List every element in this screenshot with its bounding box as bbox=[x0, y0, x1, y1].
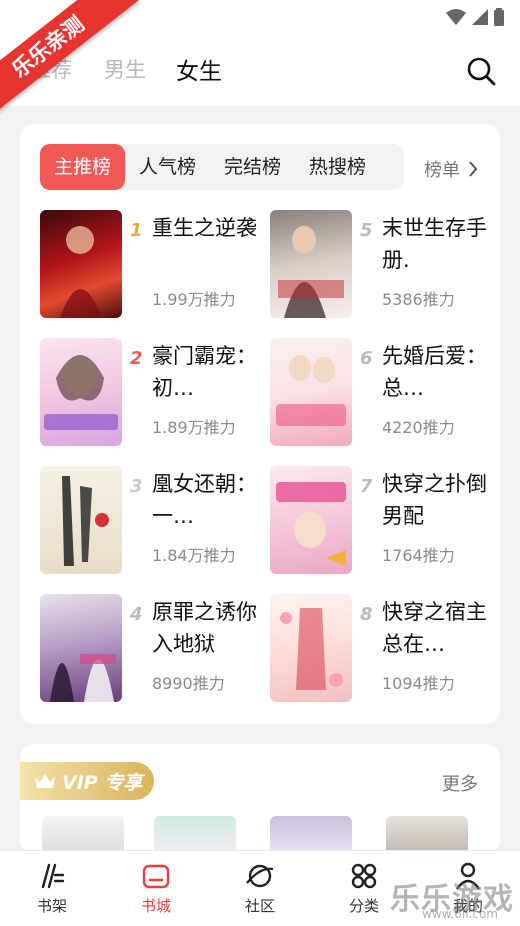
book-push-count: 8990推力 bbox=[152, 674, 225, 693]
book-title: 先婚后爱：总… bbox=[382, 344, 487, 400]
cover-art bbox=[278, 226, 344, 318]
tab-popular[interactable]: 人气榜 bbox=[125, 144, 210, 190]
book-cover bbox=[40, 338, 122, 446]
tab-hot-search[interactable]: 热搜榜 bbox=[295, 144, 380, 190]
ranking-card: 主推榜 人气榜 完结榜 热搜榜 榜单 1 重生之逆袭 1.99万推力 2 豪门霸… bbox=[20, 124, 500, 724]
book-push-count: 1.84万推力 bbox=[152, 546, 236, 565]
nav-bookstore-label: 书城 bbox=[140, 897, 171, 915]
tab-main-recommend[interactable]: 主推榜 bbox=[40, 144, 126, 190]
rank-list-label: 榜单 bbox=[424, 160, 460, 181]
rank-tab-bar: 主推榜 人气榜 完结榜 热搜榜 bbox=[40, 144, 404, 190]
book-cover bbox=[40, 594, 122, 702]
book-title: 重生之逆袭 bbox=[152, 216, 257, 240]
book-item[interactable]: 8 快穿之宿主总在… 1094推力 bbox=[270, 594, 490, 704]
status-icons bbox=[446, 8, 504, 26]
nav-community-label: 社区 bbox=[244, 897, 275, 915]
vip-section: VIP 专享 更多 bbox=[20, 744, 500, 856]
rank-number: 7 bbox=[360, 476, 373, 497]
book-item[interactable]: 2 豪门霸宠：初… 1.89万推力 bbox=[40, 338, 260, 448]
watermark-url: www.6ll.com bbox=[422, 907, 498, 921]
book-item[interactable]: 7 快穿之扑倒男配 1764推力 bbox=[270, 466, 490, 576]
cover-art bbox=[276, 482, 346, 566]
category-icon bbox=[351, 863, 377, 889]
book-push-count: 1094推力 bbox=[382, 674, 455, 693]
rank-number: 6 bbox=[360, 348, 373, 369]
bookshelf-icon bbox=[41, 863, 65, 889]
book-title: 末世生存手册. bbox=[382, 216, 487, 272]
book-cover bbox=[270, 594, 352, 702]
book-push-count: 1764推力 bbox=[382, 546, 455, 565]
tab-female[interactable]: 女生 bbox=[176, 52, 222, 86]
tab-completed[interactable]: 完结榜 bbox=[210, 144, 295, 190]
rank-number: 1 bbox=[130, 220, 143, 241]
book-title: 凰女还朝：一… bbox=[152, 472, 257, 528]
cover-art bbox=[62, 476, 109, 566]
bookstore-icon bbox=[142, 864, 170, 889]
cover-art bbox=[60, 226, 102, 318]
nav-bookshelf-label: 书架 bbox=[36, 897, 67, 915]
cover-art bbox=[280, 608, 343, 690]
nav-community[interactable]: 社区 bbox=[220, 861, 300, 916]
book-push-count: 4220推力 bbox=[382, 418, 455, 437]
book-push-count: 1.99万推力 bbox=[152, 290, 236, 309]
nav-category-label: 分类 bbox=[348, 897, 379, 915]
nav-bookshelf[interactable]: 书架 bbox=[12, 861, 92, 916]
book-cover bbox=[270, 466, 352, 574]
book-title: 快穿之扑倒男配 bbox=[382, 472, 487, 528]
wifi-icon bbox=[446, 9, 466, 25]
signal-icon bbox=[472, 9, 488, 25]
search-icon[interactable] bbox=[466, 56, 496, 86]
rank-number: 2 bbox=[130, 348, 143, 369]
rank-list-link[interactable]: 榜单 bbox=[424, 156, 478, 182]
tab-male[interactable]: 男生 bbox=[104, 54, 146, 84]
rank-number: 8 bbox=[360, 604, 373, 625]
chevron-right-icon bbox=[469, 161, 478, 177]
book-push-count: 1.89万推力 bbox=[152, 418, 236, 437]
rank-number: 5 bbox=[360, 220, 373, 241]
book-item[interactable]: 6 先婚后爱：总… 4220推力 bbox=[270, 338, 490, 448]
book-item[interactable]: 5 末世生存手册. 5386推力 bbox=[270, 210, 490, 320]
book-item[interactable]: 1 重生之逆袭 1.99万推力 bbox=[40, 210, 260, 320]
book-cover bbox=[40, 210, 122, 318]
nav-bookstore[interactable]: 书城 bbox=[116, 861, 196, 916]
crown-icon bbox=[35, 774, 55, 788]
book-cover bbox=[270, 210, 352, 318]
planet-icon bbox=[246, 864, 274, 888]
rank-number: 4 bbox=[130, 604, 143, 625]
book-item[interactable]: 4 原罪之诱你入地狱 8990推力 bbox=[40, 594, 260, 704]
book-title: 豪门霸宠：初… bbox=[152, 344, 257, 400]
vip-badge-label: VIP 专享 bbox=[62, 771, 143, 794]
book-title: 原罪之诱你入地狱 bbox=[152, 600, 257, 656]
book-title: 快穿之宿主总在… bbox=[382, 600, 487, 656]
cover-art bbox=[276, 355, 346, 426]
cover-art bbox=[50, 654, 116, 702]
cover-art bbox=[44, 355, 118, 430]
vip-more-link[interactable]: 更多 bbox=[442, 770, 478, 796]
rank-number: 3 bbox=[130, 476, 143, 497]
book-item[interactable]: 3 凰女还朝：一… 1.84万推力 bbox=[40, 466, 260, 576]
vip-badge: VIP 专享 bbox=[20, 762, 154, 800]
book-cover bbox=[40, 466, 122, 574]
battery-icon bbox=[494, 8, 504, 26]
book-push-count: 5386推力 bbox=[382, 290, 455, 309]
book-cover bbox=[270, 338, 352, 446]
